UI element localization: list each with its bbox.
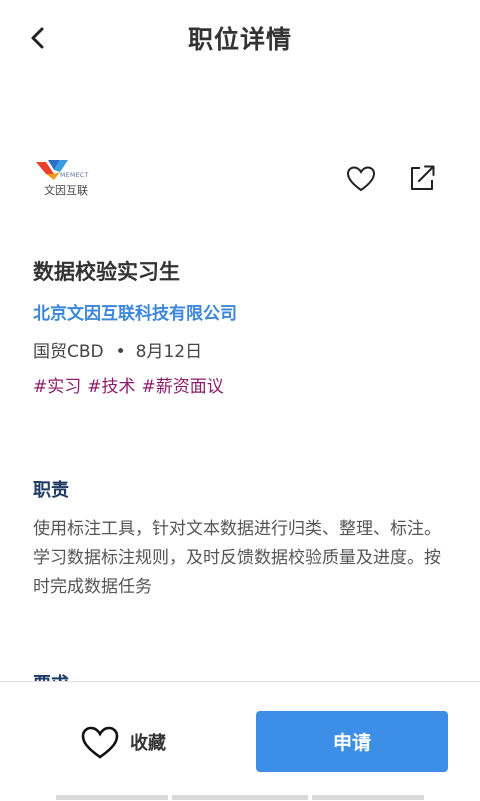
nav-indicator-left — [56, 795, 168, 800]
tag-tech[interactable]: #技术 — [87, 377, 135, 397]
tag-salary[interactable]: #薪资面议 — [142, 377, 224, 397]
nav-indicator-right — [312, 795, 424, 800]
company-name-link[interactable]: 北京文因互联科技有限公司 — [33, 299, 237, 324]
logo-text: 文因互联 — [44, 184, 88, 197]
heart-outline-icon — [346, 166, 376, 192]
favorite-button[interactable]: 收藏 — [80, 722, 166, 762]
favorite-label: 收藏 — [130, 733, 166, 754]
page-title: 职位详情 — [187, 25, 292, 54]
share-external-icon — [411, 165, 435, 190]
tag-internship[interactable]: #实习 — [33, 377, 81, 397]
favorite-button-top[interactable] — [345, 163, 377, 195]
duties-section-title: 职责 — [33, 480, 69, 501]
heart-outline-icon — [81, 726, 119, 759]
job-location: 国贸CBD — [33, 342, 104, 362]
duties-description: 使用标注工具，针对文本数据进行归类、整理、标注。学习数据标注规则，及时反馈数据校… — [33, 519, 441, 597]
nav-indicator-center — [172, 795, 308, 800]
job-date: 8月12日 — [135, 342, 203, 362]
logo-subtext: MEMECT — [60, 172, 89, 179]
apply-button[interactable]: 申请 — [256, 711, 448, 772]
meta-separator: • — [115, 342, 126, 362]
share-button[interactable] — [406, 162, 438, 194]
job-meta: 国贸CBD • 8月12日 — [33, 337, 202, 362]
company-logo: MEMECT 文因互联 — [34, 158, 104, 200]
top-bar: 职位详情 — [0, 0, 480, 80]
job-title: 数据校验实习生 — [33, 260, 180, 284]
job-tags: #实习 #技术 #薪资面议 — [33, 372, 230, 397]
bottom-action-bar: 收藏 申请 — [0, 681, 480, 801]
